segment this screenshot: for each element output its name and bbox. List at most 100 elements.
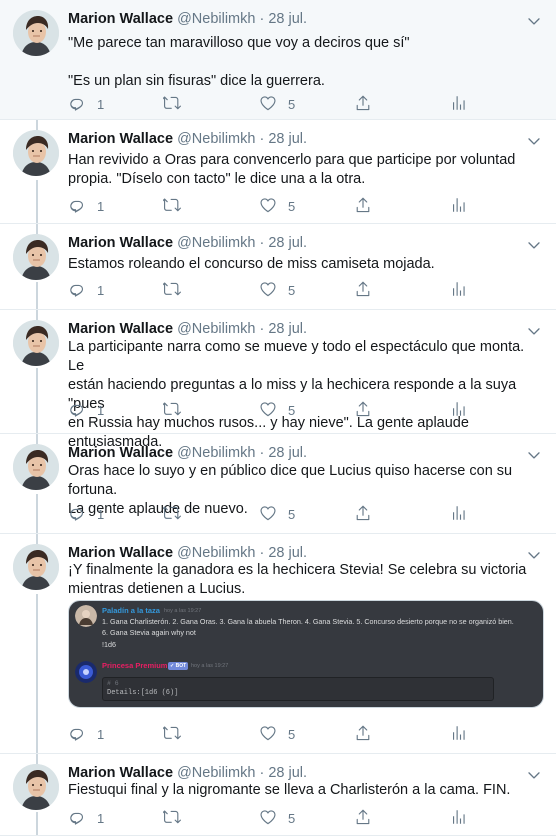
author-handle[interactable]: @Nebilimkh [177,765,255,781]
analytics-button[interactable] [450,504,468,524]
reply-icon [68,400,86,421]
tweet-date[interactable]: 28 jul. [268,765,307,781]
chevron-down-icon[interactable] [526,323,542,339]
avatar[interactable] [13,544,59,590]
tweet[interactable]: Marion Wallace @Nebilimkh · 28 jul. Fies… [0,754,556,836]
like-button[interactable]: 5 [259,280,295,300]
share-icon [354,724,372,745]
share-icon [354,504,372,525]
avatar[interactable] [13,130,59,176]
chevron-down-icon[interactable] [526,13,542,29]
author-handle[interactable]: @Nebilimkh [177,321,255,337]
retweet-button[interactable] [161,808,181,828]
author-name[interactable]: Marion Wallace [68,445,173,461]
analytics-button[interactable] [450,400,468,420]
tweet[interactable]: Marion Wallace @Nebilimkh · 28 jul. Esta… [0,224,556,310]
like-count: 5 [288,506,296,522]
retweet-icon [161,504,181,525]
discord-timestamp: hoy a las 19:27 [191,663,229,669]
tweet[interactable]: Marion Wallace @Nebilimkh · 28 jul. "Me … [0,0,556,120]
author-handle[interactable]: @Nebilimkh [177,131,255,147]
author-name[interactable]: Marion Wallace [68,11,173,27]
tweet-actions: 1 5 [68,724,538,744]
heart-icon [259,400,277,421]
author-name[interactable]: Marion Wallace [68,321,173,337]
like-button[interactable]: 5 [259,196,295,216]
tweet-date[interactable]: 28 jul. [268,321,307,337]
tweet[interactable]: Marion Wallace @Nebilimkh · 28 jul. La p… [0,310,556,450]
tweet[interactable]: Marion Wallace @Nebilimkh · 28 jul. Oras… [0,434,556,534]
analytics-button[interactable] [450,196,468,216]
reply-button[interactable]: 1 [68,280,104,300]
like-button[interactable]: 5 [259,724,295,744]
reply-button[interactable]: 1 [68,504,104,524]
tweet-header: Marion Wallace @Nebilimkh · 28 jul. [68,131,307,151]
chevron-down-icon[interactable] [526,447,542,463]
discord-message-line: 6. Gana Stevia again why not [102,628,196,637]
avatar[interactable] [13,234,59,280]
author-name[interactable]: Marion Wallace [68,131,173,147]
tweet-date[interactable]: 28 jul. [268,445,307,461]
avatar[interactable] [13,10,59,56]
chevron-down-icon[interactable] [526,133,542,149]
analytics-button[interactable] [450,808,468,828]
share-button[interactable] [354,808,372,828]
share-button[interactable] [354,94,372,114]
chevron-down-icon[interactable] [526,237,542,253]
retweet-button[interactable] [161,196,181,216]
analytics-button[interactable] [450,724,468,744]
retweet-button[interactable] [161,400,181,420]
tweet[interactable]: Marion Wallace @Nebilimkh · 28 jul. ¡Y f… [0,534,556,754]
retweet-icon [161,280,181,301]
like-button[interactable]: 5 [259,808,295,828]
tweet-date[interactable]: 28 jul. [268,131,307,147]
reply-button[interactable]: 1 [68,400,104,420]
author-handle[interactable]: @Nebilimkh [177,235,255,251]
tweet-text-line: "Es un plan sin fisuras" dice la guerrer… [68,73,325,89]
reply-button[interactable]: 1 [68,808,104,828]
avatar[interactable] [13,764,59,810]
code-line: Details:[1d6 (6)] [107,689,179,697]
like-button[interactable]: 5 [259,94,295,114]
retweet-button[interactable] [161,280,181,301]
retweet-icon [161,724,181,745]
author-handle[interactable]: @Nebilimkh [177,11,255,27]
author-name[interactable]: Marion Wallace [68,235,173,251]
retweet-button[interactable] [161,724,181,745]
share-button[interactable] [354,724,372,744]
analytics-button[interactable] [450,280,468,300]
discord-screenshot-embed[interactable]: Paladín a la taza hoy a las 19:27 1. Gan… [68,600,544,708]
share-icon [354,400,372,421]
avatar[interactable] [13,444,59,490]
tweet-date[interactable]: 28 jul. [268,545,307,561]
retweet-button[interactable] [161,94,181,114]
tweet-date[interactable]: 28 jul. [268,11,307,27]
share-button[interactable] [354,196,372,216]
share-button[interactable] [354,280,372,300]
tweet-date[interactable]: 28 jul. [268,235,307,251]
tweet-text-line: La participante narra como se mueve y to… [68,339,525,374]
author-name[interactable]: Marion Wallace [68,765,173,781]
reply-icon [68,280,86,301]
separator-dot: · [259,131,265,147]
tweet[interactable]: Marion Wallace @Nebilimkh · 28 jul. Han … [0,120,556,224]
share-button[interactable] [354,504,372,524]
reply-count: 1 [97,506,105,522]
reply-button[interactable]: 1 [68,196,104,216]
retweet-button[interactable] [161,504,181,525]
reply-count: 1 [97,402,105,418]
share-button[interactable] [354,400,372,420]
analytics-button[interactable] [450,94,468,114]
like-button[interactable]: 5 [259,400,295,420]
analytics-icon [450,724,468,745]
reply-button[interactable]: 1 [68,724,104,744]
author-handle[interactable]: @Nebilimkh [177,545,255,561]
heart-icon [259,280,277,301]
author-handle[interactable]: @Nebilimkh [177,445,255,461]
like-button[interactable]: 5 [259,504,295,524]
tweet-text-line: Oras hace lo suyo y en público dice que … [68,463,513,498]
author-name[interactable]: Marion Wallace [68,545,173,561]
analytics-icon [450,400,468,421]
avatar[interactable] [13,320,59,366]
reply-button[interactable]: 1 [68,94,104,114]
